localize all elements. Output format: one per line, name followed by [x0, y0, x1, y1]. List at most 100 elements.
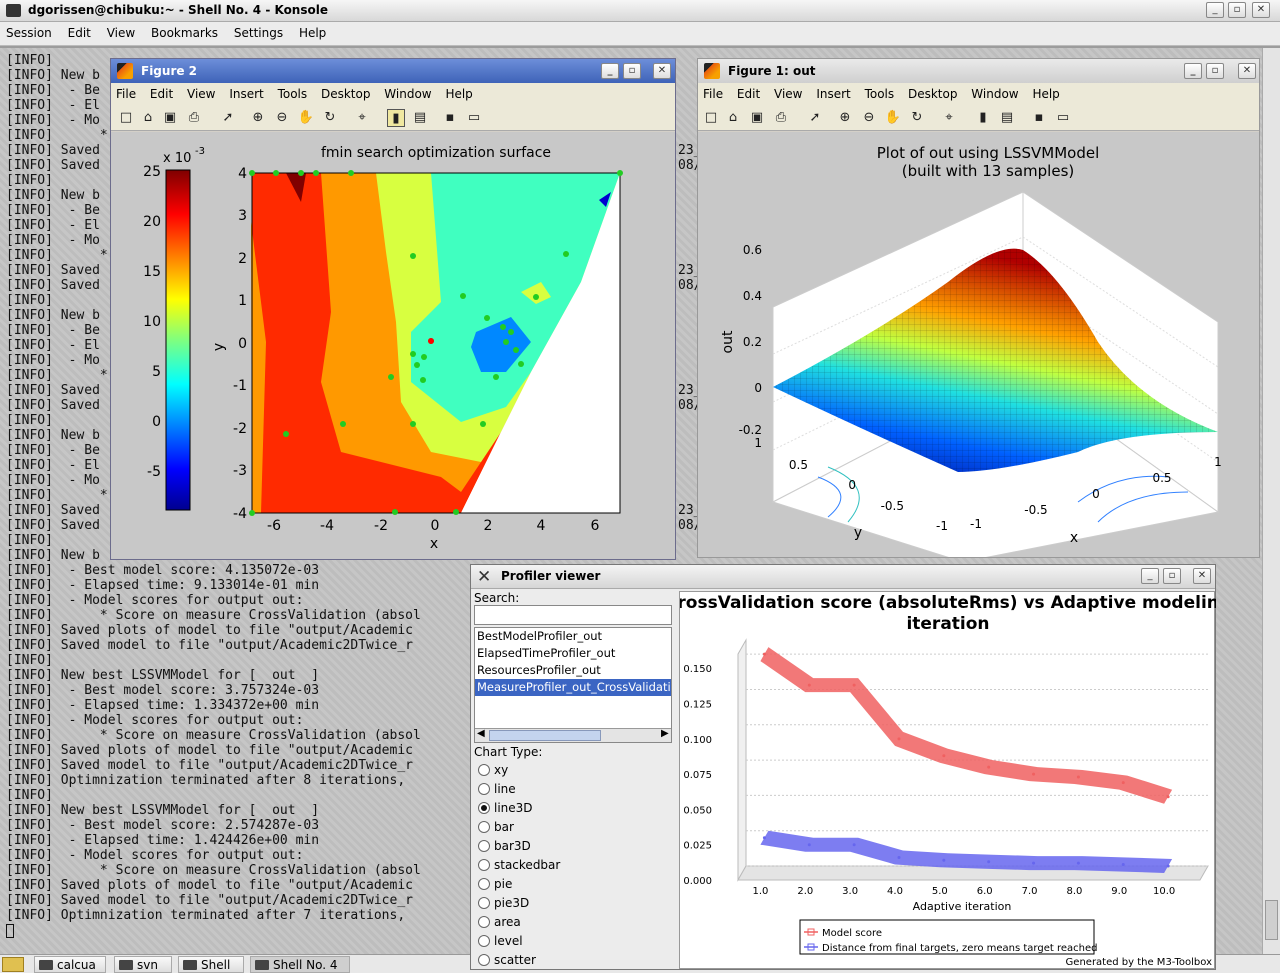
- radio-button[interactable]: [478, 878, 490, 890]
- figure2-window[interactable]: Figure 2 _ ▫ ✕ File Edit View Insert Too…: [110, 58, 676, 560]
- radio-button[interactable]: [478, 897, 490, 909]
- menu-edit[interactable]: Edit: [62, 22, 97, 40]
- profiler-item[interactable]: BestModelProfiler_out: [475, 628, 671, 645]
- chart-type-option-bar3D[interactable]: bar3D: [474, 837, 664, 855]
- close-button[interactable]: ✕: [1252, 2, 1270, 18]
- pointer-icon[interactable]: ➚: [219, 109, 237, 127]
- fig2-menu-desktop[interactable]: Desktop: [316, 83, 376, 101]
- fig2-menu-window[interactable]: Window: [379, 83, 436, 101]
- colorbar-icon[interactable]: ▮: [387, 109, 405, 127]
- radio-button[interactable]: [478, 916, 490, 928]
- hide-plot-tools-icon[interactable]: ▪: [1030, 109, 1048, 127]
- figure1-window[interactable]: Figure 1: out _ ▫ ✕ File Edit View Inser…: [697, 58, 1260, 558]
- radio-button[interactable]: [478, 954, 490, 966]
- fig2-menu-view[interactable]: View: [182, 83, 220, 101]
- fig1-menu-desktop[interactable]: Desktop: [903, 83, 963, 101]
- hide-plot-tools-icon[interactable]: ▪: [441, 109, 459, 127]
- pan-icon[interactable]: ✋: [297, 109, 315, 127]
- scroll-left-icon[interactable]: ◀: [477, 728, 485, 739]
- prof-minimize-button[interactable]: _: [1141, 568, 1159, 584]
- chart-type-option-line3D[interactable]: line3D: [474, 799, 664, 817]
- fig2-menu-edit[interactable]: Edit: [145, 83, 178, 101]
- menu-session[interactable]: Session: [0, 22, 58, 40]
- zoom-out-icon[interactable]: ⊖: [860, 109, 878, 127]
- radio-button[interactable]: [478, 935, 490, 947]
- pointer-icon[interactable]: ➚: [806, 109, 824, 127]
- chart-type-option-scatter[interactable]: scatter: [474, 951, 664, 969]
- fig1-maximize-button[interactable]: ▫: [1206, 63, 1224, 79]
- chart-type-option-xy[interactable]: xy: [474, 761, 664, 779]
- chart-type-option-level[interactable]: level: [474, 932, 664, 950]
- new-figure-icon[interactable]: □: [117, 109, 135, 127]
- fig1-menu-tools[interactable]: Tools: [860, 83, 900, 101]
- task-svn[interactable]: svn: [114, 956, 172, 973]
- maximize-button[interactable]: ▫: [1228, 2, 1246, 18]
- save-icon[interactable]: ▣: [748, 109, 766, 127]
- fig1-menu-file[interactable]: File: [698, 83, 728, 101]
- notes-icon[interactable]: [2, 957, 24, 972]
- fig2-menu-help[interactable]: Help: [440, 83, 477, 101]
- print-icon[interactable]: ⎙: [772, 109, 790, 127]
- profiler-item[interactable]: ResourcesProfiler_out: [475, 662, 671, 679]
- fig1-menu-window[interactable]: Window: [966, 83, 1023, 101]
- task-shell-no-4[interactable]: Shell No. 4: [250, 956, 350, 973]
- rotate-icon[interactable]: ↻: [908, 109, 926, 127]
- radio-button[interactable]: [478, 783, 490, 795]
- legend-icon[interactable]: ▤: [998, 109, 1016, 127]
- fig1-menu-insert[interactable]: Insert: [811, 83, 855, 101]
- fig1-menu-view[interactable]: View: [769, 83, 807, 101]
- scroll-thumb[interactable]: [1265, 900, 1278, 940]
- konsole-titlebar[interactable]: dgorissen@chibuku:~ - Shell No. 4 - Kons…: [0, 0, 1280, 22]
- profiler-titlebar[interactable]: ✕ Profiler viewer _ ▫ ✕: [471, 565, 1215, 589]
- new-figure-icon[interactable]: □: [702, 109, 720, 127]
- profiler-window[interactable]: ✕ Profiler viewer _ ▫ ✕ Search: BestMode…: [470, 564, 1231, 970]
- zoom-in-icon[interactable]: ⊕: [249, 109, 267, 127]
- chart-type-option-pie[interactable]: pie: [474, 875, 664, 893]
- chart-type-option-bar[interactable]: bar: [474, 818, 664, 836]
- fig1-close-button[interactable]: ✕: [1238, 63, 1256, 79]
- fig2-menu-insert[interactable]: Insert: [224, 83, 268, 101]
- scroll-thumb[interactable]: [489, 730, 601, 741]
- terminal-scrollbar[interactable]: [1262, 48, 1280, 954]
- radio-button[interactable]: [478, 859, 490, 871]
- list-hscrollbar[interactable]: ◀ ▶: [475, 728, 671, 742]
- search-input[interactable]: [474, 605, 672, 625]
- profiler-item-selected[interactable]: MeasureProfiler_out_CrossValidati: [475, 679, 671, 696]
- data-cursor-icon[interactable]: ⌖: [353, 109, 371, 127]
- pan-icon[interactable]: ✋: [884, 109, 902, 127]
- fig2-minimize-button[interactable]: _: [601, 63, 619, 79]
- save-icon[interactable]: ▣: [161, 109, 179, 127]
- menu-help[interactable]: Help: [293, 22, 332, 40]
- zoom-out-icon[interactable]: ⊖: [273, 109, 291, 127]
- open-file-icon[interactable]: ⌂: [724, 109, 742, 127]
- fig2-maximize-button[interactable]: ▫: [623, 63, 641, 79]
- menu-settings[interactable]: Settings: [228, 22, 289, 40]
- prof-maximize-button[interactable]: ▫: [1163, 568, 1181, 584]
- data-cursor-icon[interactable]: ⌖: [940, 109, 958, 127]
- colorbar-icon[interactable]: ▮: [974, 109, 992, 127]
- profiler-item[interactable]: ElapsedTimeProfiler_out: [475, 645, 671, 662]
- radio-button[interactable]: [478, 821, 490, 833]
- legend-icon[interactable]: ▤: [411, 109, 429, 127]
- fig2-menu-file[interactable]: File: [111, 83, 141, 101]
- fig1-minimize-button[interactable]: _: [1184, 63, 1202, 79]
- figure1-titlebar[interactable]: Figure 1: out _ ▫ ✕: [698, 59, 1259, 83]
- prof-close-button[interactable]: ✕: [1193, 568, 1211, 584]
- figure2-titlebar[interactable]: Figure 2 _ ▫ ✕: [111, 59, 675, 83]
- task-calcua[interactable]: calcua: [34, 956, 106, 973]
- open-file-icon[interactable]: ⌂: [139, 109, 157, 127]
- fig1-menu-help[interactable]: Help: [1027, 83, 1064, 101]
- radio-button[interactable]: [478, 802, 490, 814]
- chart-type-option-stackedbar[interactable]: stackedbar: [474, 856, 664, 874]
- scroll-right-icon[interactable]: ▶: [661, 728, 669, 739]
- chart-type-option-line[interactable]: line: [474, 780, 664, 798]
- show-plot-tools-icon[interactable]: ▭: [465, 109, 483, 127]
- radio-button[interactable]: [478, 764, 490, 776]
- fig2-close-button[interactable]: ✕: [653, 63, 671, 79]
- menu-view[interactable]: View: [101, 22, 141, 40]
- radio-button[interactable]: [478, 840, 490, 852]
- menu-bookmarks[interactable]: Bookmarks: [145, 22, 224, 40]
- zoom-in-icon[interactable]: ⊕: [836, 109, 854, 127]
- task-shell[interactable]: Shell: [178, 956, 244, 973]
- minimize-button[interactable]: _: [1206, 2, 1224, 18]
